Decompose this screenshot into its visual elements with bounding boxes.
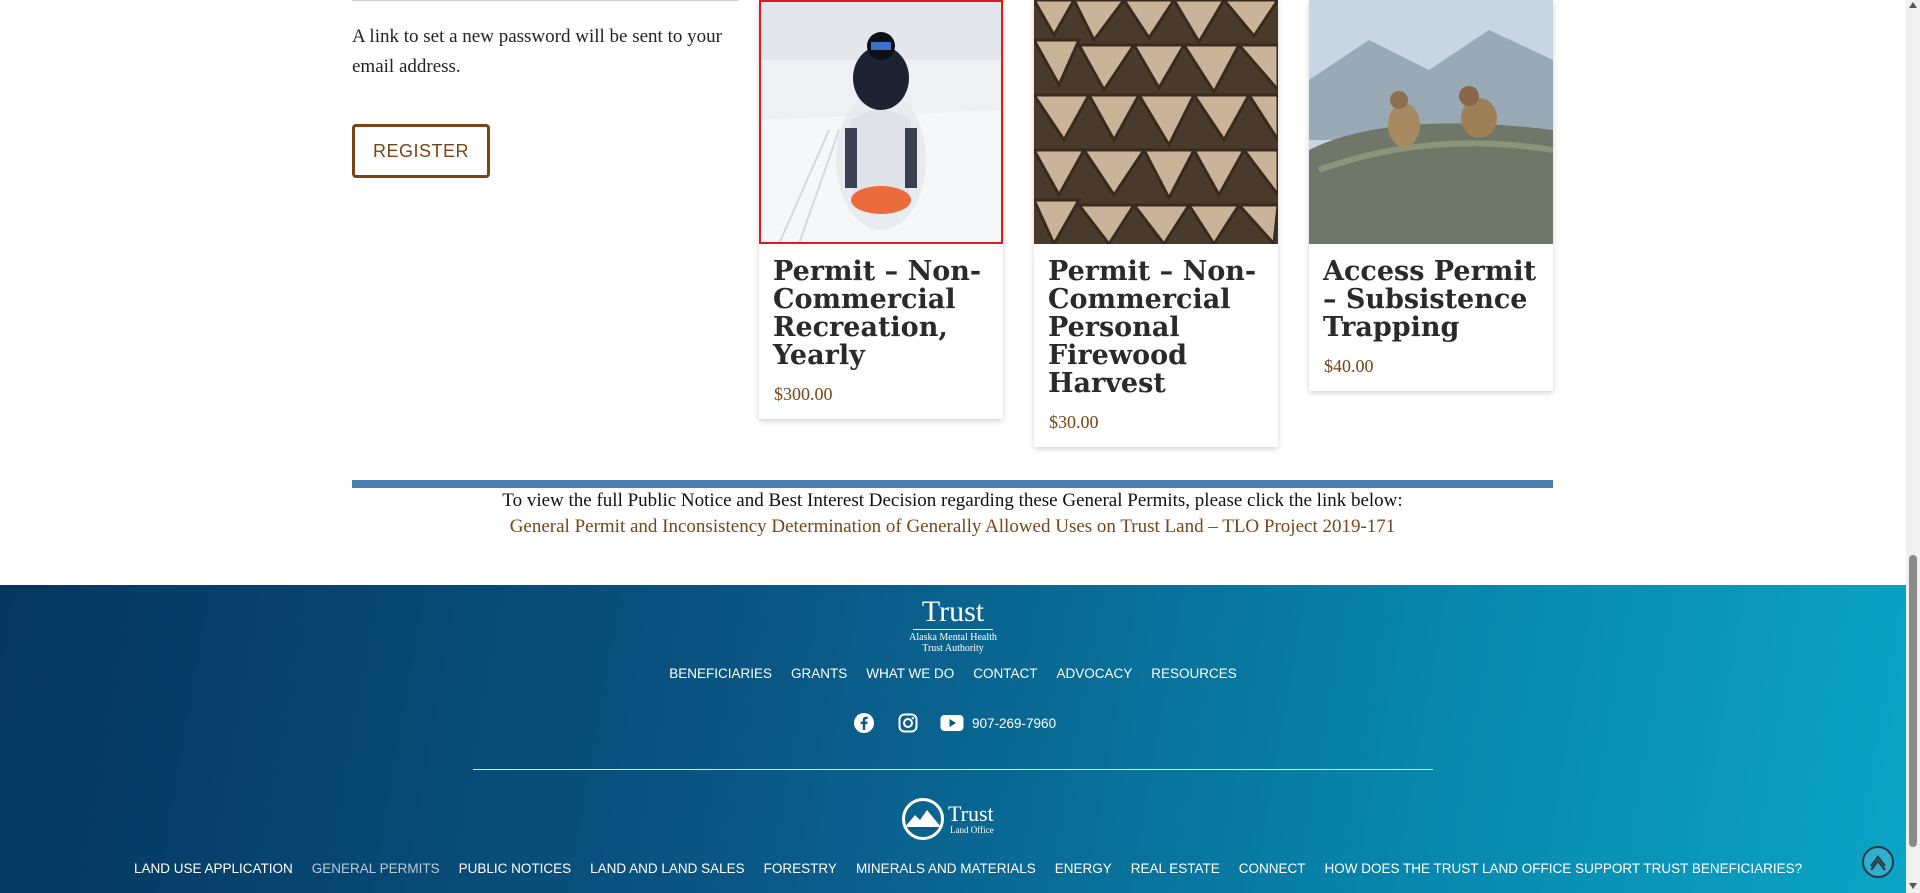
- marmots-photo[interactable]: [1309, 0, 1553, 244]
- product-card[interactable]: Permit – Non-Commercial Personal Firewoo…: [1034, 0, 1278, 447]
- social-links: 907-269-7960: [852, 711, 1056, 735]
- footer-link-energy[interactable]: ENERGY: [1055, 861, 1112, 876]
- page-scrollbar[interactable]: [1906, 0, 1920, 893]
- footer-link-resources[interactable]: RESOURCES: [1151, 666, 1237, 681]
- footer-link-beneficiaries[interactable]: BENEFICIARIES: [669, 666, 772, 681]
- chevron-up-icon: [1870, 855, 1886, 871]
- product-price: $30.00: [1049, 412, 1099, 432]
- product-title[interactable]: Permit – Non-Commercial Personal Firewoo…: [1034, 244, 1278, 398]
- footer-link-forestry[interactable]: FORESTRY: [764, 861, 837, 876]
- public-notice-link[interactable]: General Permit and Inconsistency Determi…: [352, 516, 1553, 538]
- trust-land-office-logo[interactable]: Trust Land Office: [902, 798, 994, 840]
- footer-link-minerals-and-materials[interactable]: MINERALS AND MATERIALS: [856, 861, 1036, 876]
- footer-link-real-estate[interactable]: REAL ESTATE: [1131, 861, 1220, 876]
- footer-link-advocacy[interactable]: ADVOCACY: [1057, 666, 1133, 681]
- footer-link-land-use-application[interactable]: LAND USE APPLICATION: [134, 861, 293, 876]
- site-footer: Trust Alaska Mental Health Trust Authori…: [0, 585, 1906, 893]
- password-reset-note: A link to set a new password will be sen…: [352, 26, 722, 77]
- footer-link-what-we-do[interactable]: WHAT WE DO: [866, 666, 954, 681]
- footer-link-tlo-support[interactable]: HOW DOES THE TRUST LAND OFFICE SUPPORT T…: [1325, 861, 1803, 876]
- scrollbar-thumb[interactable]: [1909, 555, 1917, 847]
- product-card[interactable]: Permit – Non-Commercial Recreation, Year…: [759, 0, 1003, 419]
- phone-number[interactable]: 907-269-7960: [972, 716, 1056, 731]
- back-to-top-button[interactable]: [1862, 846, 1894, 878]
- youtube-icon[interactable]: [940, 711, 964, 735]
- snowmobile-photo[interactable]: [759, 0, 1003, 244]
- facebook-icon[interactable]: [852, 711, 876, 735]
- mountain-logo-icon: [902, 798, 944, 840]
- top-divider: [352, 0, 739, 1]
- footer-divider: [473, 769, 1433, 770]
- footer-link-public-notices[interactable]: PUBLIC NOTICES: [459, 861, 572, 876]
- notice-divider: [352, 480, 1553, 488]
- product-title[interactable]: Access Permit – Subsistence Trapping: [1309, 244, 1553, 342]
- footer-link-land-and-land-sales[interactable]: LAND AND LAND SALES: [590, 861, 745, 876]
- footer-nav-primary: BENEFICIARIES GRANTS WHAT WE DO CONTACT …: [0, 666, 1906, 681]
- public-notice-text: To view the full Public Notice and Best …: [502, 490, 1403, 511]
- register-button[interactable]: REGISTER: [352, 124, 490, 178]
- trust-authority-logo[interactable]: Trust Alaska Mental Health Trust Authori…: [894, 597, 1012, 655]
- firewood-stack-photo[interactable]: [1034, 0, 1278, 244]
- scroll-down-arrow-icon[interactable]: [1909, 883, 1917, 889]
- footer-link-connect[interactable]: CONNECT: [1239, 861, 1306, 876]
- footer-link-contact[interactable]: CONTACT: [973, 666, 1037, 681]
- footer-link-general-permits[interactable]: GENERAL PERMITS: [312, 861, 440, 876]
- product-price: $40.00: [1324, 356, 1374, 376]
- instagram-icon[interactable]: [896, 711, 920, 735]
- product-card[interactable]: Access Permit – Subsistence Trapping $40…: [1309, 0, 1553, 391]
- product-title[interactable]: Permit – Non-Commercial Recreation, Year…: [759, 244, 1003, 370]
- footer-nav-tlo: LAND USE APPLICATION GENERAL PERMITS PUB…: [134, 861, 1802, 876]
- product-price: $300.00: [774, 384, 833, 404]
- footer-link-grants[interactable]: GRANTS: [791, 666, 847, 681]
- scroll-up-arrow-icon[interactable]: [1909, 2, 1917, 8]
